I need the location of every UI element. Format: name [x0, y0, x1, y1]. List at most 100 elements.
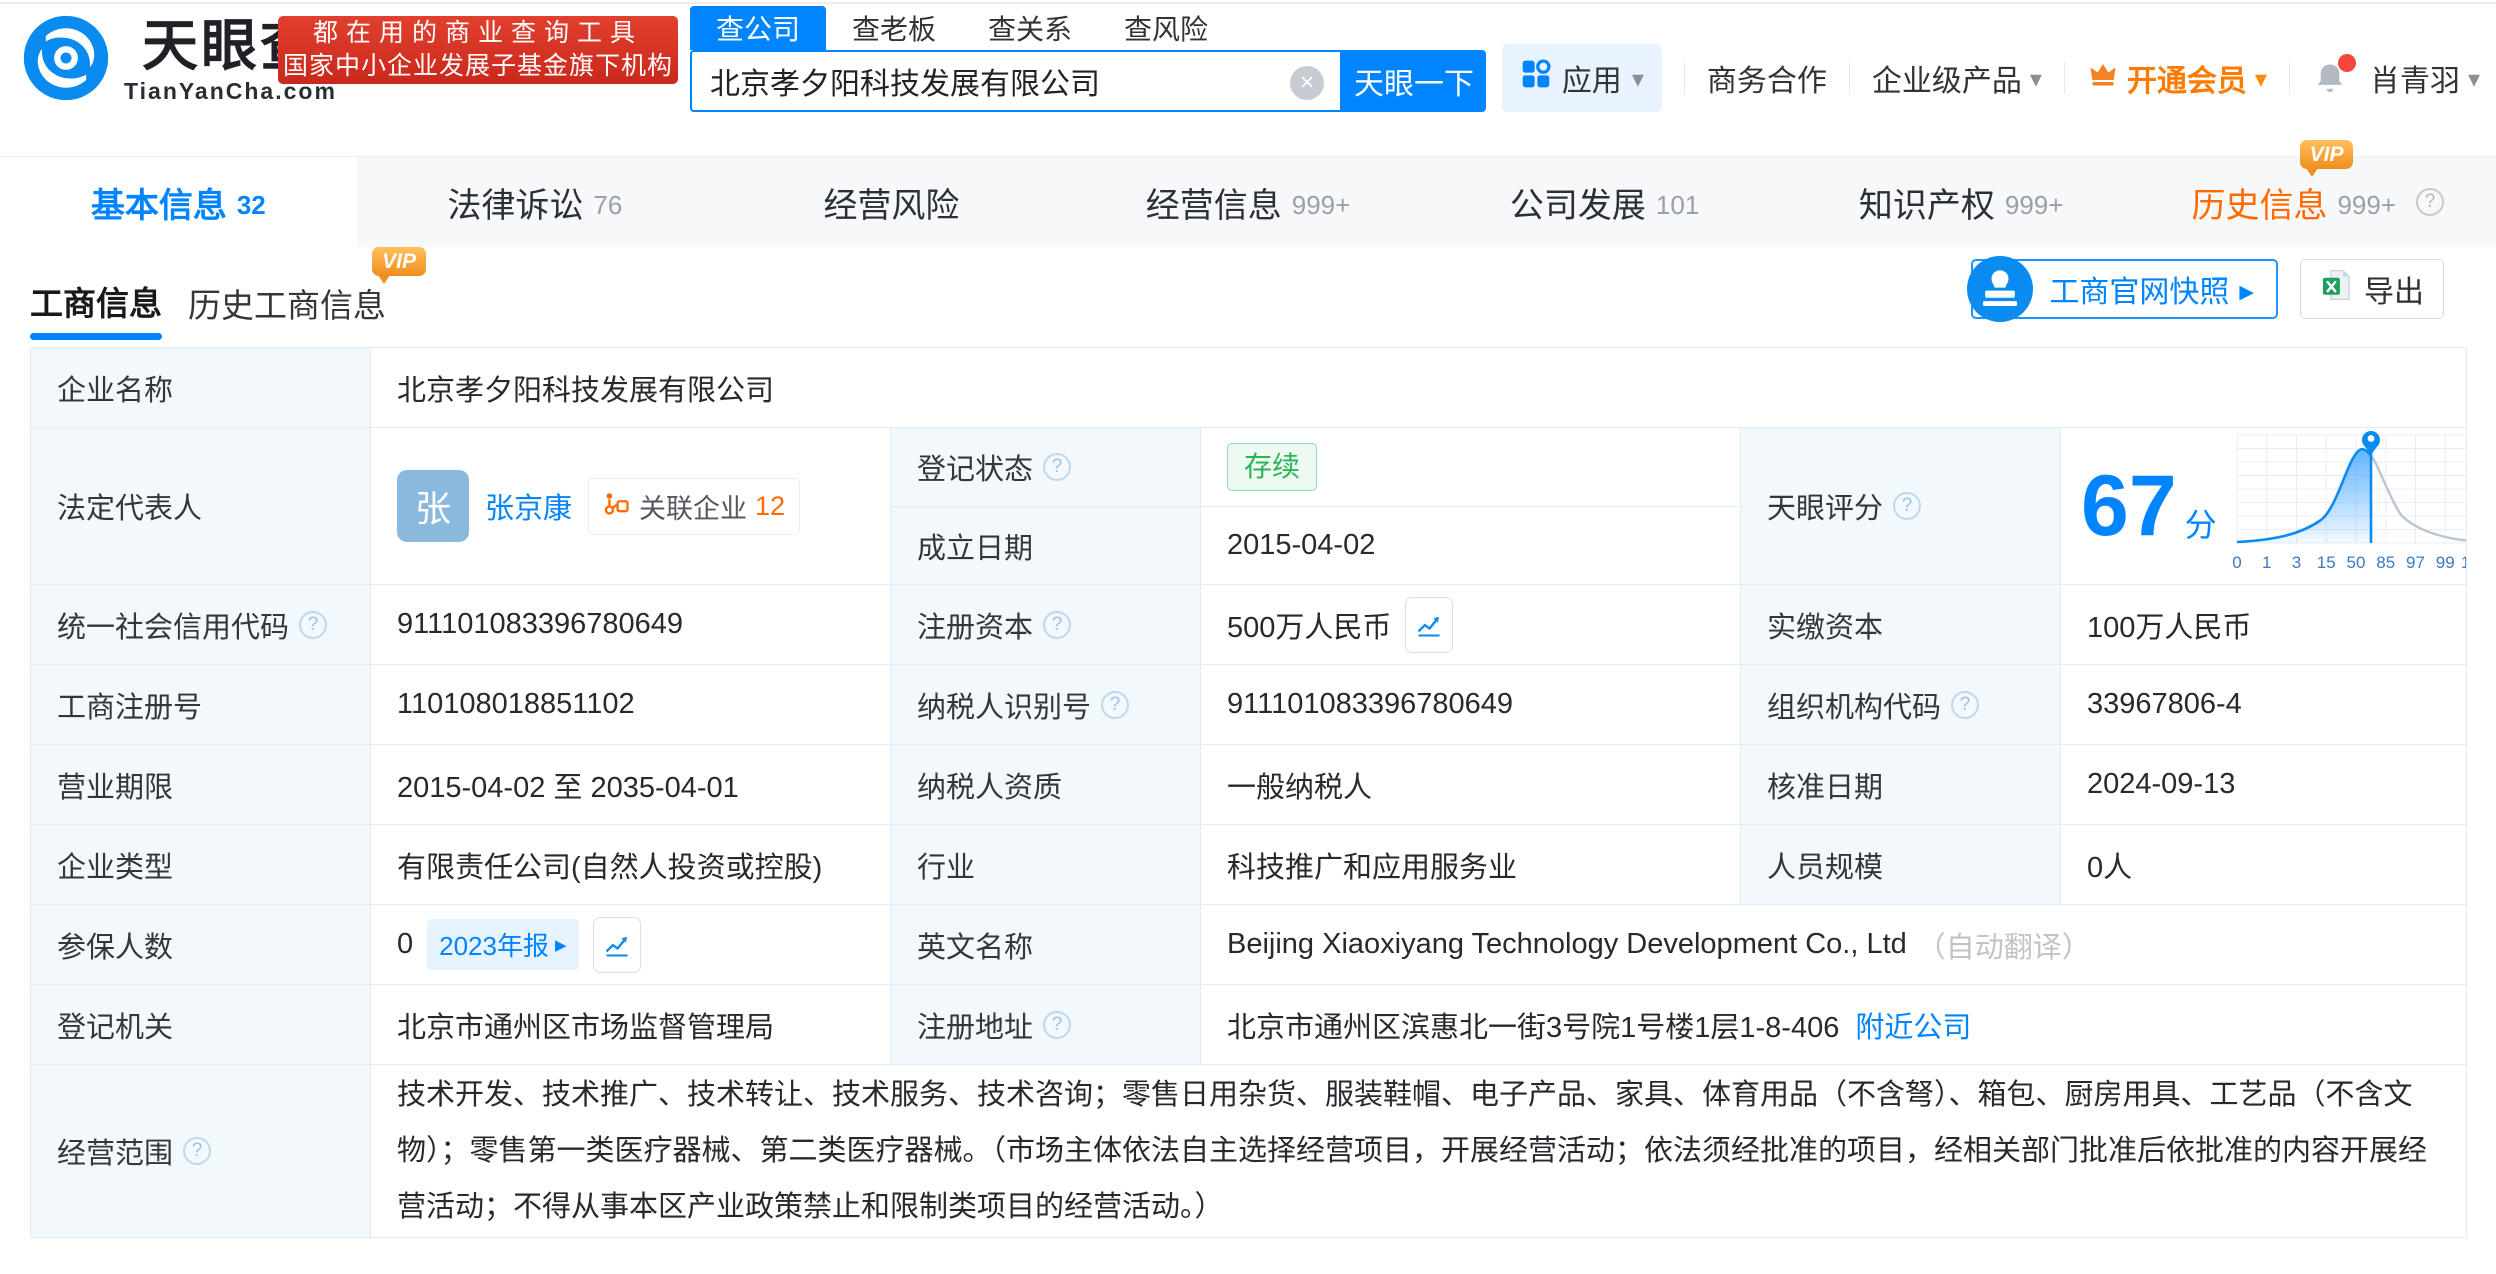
search-tab-company[interactable]: 查公司: [690, 6, 827, 50]
annual-report-chip[interactable]: 2023年报: [427, 919, 579, 970]
tab-label: 经营风险: [823, 186, 960, 225]
help-icon[interactable]: [1101, 690, 1130, 719]
field-label: 行业: [891, 825, 1201, 905]
field-label: 工商注册号: [31, 665, 371, 745]
capital-trend-icon[interactable]: [1405, 596, 1454, 653]
reg-authority-value: 北京市通州区市场监督管理局: [371, 985, 891, 1065]
field-label: 登记机关: [31, 985, 371, 1065]
field-label-text: 天眼评分: [1767, 493, 1884, 525]
search-button[interactable]: 天眼一下: [1342, 50, 1486, 112]
field-label: 核准日期: [1741, 745, 2061, 825]
field-label-text: 纳税人识别号: [917, 691, 1092, 724]
search-box: [690, 50, 1342, 112]
search-input[interactable]: [692, 52, 1340, 110]
nav-divider: [1848, 62, 1850, 94]
avatar[interactable]: 张: [397, 470, 469, 542]
field-label: 经营范围: [31, 1065, 371, 1238]
nav-enterprise[interactable]: 企业级产品: [1872, 56, 2042, 100]
field-label: 登记状态: [891, 428, 1201, 507]
tab-history-info[interactable]: 历史信息 VIP 999+: [2139, 139, 2496, 247]
search-tab-boss[interactable]: 查老板: [826, 6, 962, 50]
search-tab-relation[interactable]: 查关系: [962, 6, 1098, 50]
help-icon[interactable]: [1043, 610, 1072, 639]
establish-date-value: 2015-04-02: [1201, 507, 1741, 585]
official-snapshot-button[interactable]: 工商官网快照: [1967, 256, 2278, 322]
auto-translate-note: （自动翻译）: [1916, 931, 2091, 964]
legal-rep-link[interactable]: 张京康: [485, 485, 572, 527]
svg-text:1: 1: [2262, 553, 2271, 572]
nav-user[interactable]: 肖青羽: [2370, 56, 2480, 100]
export-label: 导出: [2364, 276, 2424, 309]
help-icon[interactable]: [299, 610, 328, 639]
subtab-history-registration[interactable]: 历史工商信息 VIP: [188, 247, 426, 327]
insured-trend-icon[interactable]: [592, 916, 641, 973]
score-value: 67: [2081, 458, 2177, 554]
field-label: 天眼评分: [1741, 428, 2061, 585]
field-label: 注册资本: [891, 585, 1201, 665]
subtab-bar: 工商信息 历史工商信息 VIP 工商官网快照 导出: [0, 247, 2496, 347]
company-type-value: 有限责任公司(自然人投资或控股): [371, 825, 891, 905]
business-scope-cell: 技术开发、技术推广、技术转让、技术服务、技术咨询；零售日用杂货、服装鞋帽、电子产…: [371, 1065, 2467, 1238]
reg-address-cell: 北京市通州区滨惠北一街3号院1号楼1层1-8-406 附近公司: [1201, 985, 2467, 1065]
arrow-right-icon: [2239, 272, 2254, 306]
svg-text:97: 97: [2406, 553, 2425, 572]
tab-intellectual-property[interactable]: 知识产权 999+: [1783, 157, 2140, 247]
search-tab-risk[interactable]: 查风险: [1098, 6, 1234, 50]
reg-capital-value: 500万人民币: [1227, 611, 1392, 644]
field-label: 企业名称: [31, 348, 371, 428]
nav-divider: [2288, 62, 2290, 94]
page-top-divider: [0, 2, 2496, 4]
tab-basic-info[interactable]: 基本信息 32: [0, 157, 357, 247]
svg-text:15: 15: [2316, 553, 2335, 572]
field-label: 营业期限: [31, 745, 371, 825]
field-label: 实缴资本: [1741, 585, 2061, 665]
nearby-companies-link[interactable]: 附近公司: [1855, 1004, 1971, 1046]
nav-cooperation[interactable]: 商务合作: [1707, 56, 1827, 100]
nav-open-vip-label: 开通会员: [2126, 65, 2247, 98]
reg-capital-cell: 500万人民币: [1201, 585, 1741, 665]
vip-badge: VIP: [372, 247, 426, 285]
credit-code-value: 911101083396780649: [371, 585, 891, 665]
search-clear-icon[interactable]: [1290, 66, 1324, 100]
help-icon[interactable]: [1043, 453, 1072, 481]
tyc-score-cell: 67 分 0 1 3 15 50 85 97 99: [2061, 428, 2467, 585]
tab-operating-risk[interactable]: 经营风险: [713, 157, 1070, 247]
tab-legal-proceedings[interactable]: 法律诉讼 76: [357, 157, 714, 247]
svg-text:100: 100: [2461, 553, 2468, 572]
taxpayer-id-value: 911101083396780649: [1201, 665, 1741, 745]
english-name-cell: Beijing Xiaoxiyang Technology Developmen…: [1201, 905, 2467, 985]
nav-apps[interactable]: 应用: [1501, 44, 1662, 112]
help-icon[interactable]: [2416, 188, 2445, 216]
promo-line1: 都在用的商业查询工具: [312, 19, 643, 47]
help-icon[interactable]: [1951, 690, 1980, 719]
tab-count: 101: [1655, 189, 1700, 220]
export-button[interactable]: 导出: [2300, 259, 2444, 319]
search-area: 查公司 查老板 查关系 查风险 天眼一下: [690, 6, 1486, 112]
help-icon[interactable]: [183, 1137, 212, 1165]
nav-divider: [1683, 62, 1685, 94]
tab-company-development[interactable]: 公司发展 101: [1426, 157, 1783, 247]
help-icon[interactable]: [1893, 492, 1922, 520]
field-label: 统一社会信用代码: [31, 585, 371, 665]
status-badge: 存续: [1227, 443, 1318, 491]
svg-text:85: 85: [2376, 553, 2395, 572]
help-icon[interactable]: [1043, 1010, 1072, 1039]
nav-open-vip[interactable]: 开通会员: [2087, 56, 2267, 100]
tab-count: 999+: [1291, 189, 1351, 220]
english-name-value: Beijing Xiaoxiyang Technology Developmen…: [1227, 928, 1907, 960]
staff-size-value: 0人: [2061, 825, 2467, 905]
vip-crown-icon: [2087, 58, 2119, 98]
subtab-business-registration[interactable]: 工商信息: [30, 277, 162, 325]
network-icon: [603, 489, 631, 524]
reg-address-value: 北京市通州区滨惠北一街3号院1号楼1层1-8-406: [1227, 1011, 1840, 1044]
field-label: 企业类型: [31, 825, 371, 905]
notifications-bell-icon[interactable]: [2312, 54, 2356, 96]
related-companies-badge[interactable]: 关联企业 12: [588, 477, 801, 535]
field-label-text: 组织机构代码: [1767, 691, 1942, 724]
field-label: 纳税人资质: [891, 745, 1201, 825]
tab-business-info[interactable]: 经营信息 999+: [1070, 157, 1427, 247]
promo-banner: 都在用的商业查询工具 国家中小企业发展子基金旗下机构: [278, 16, 678, 84]
field-label: 英文名称: [891, 905, 1201, 985]
stamp-icon: [1967, 256, 2034, 322]
field-label: 注册地址: [891, 985, 1201, 1065]
